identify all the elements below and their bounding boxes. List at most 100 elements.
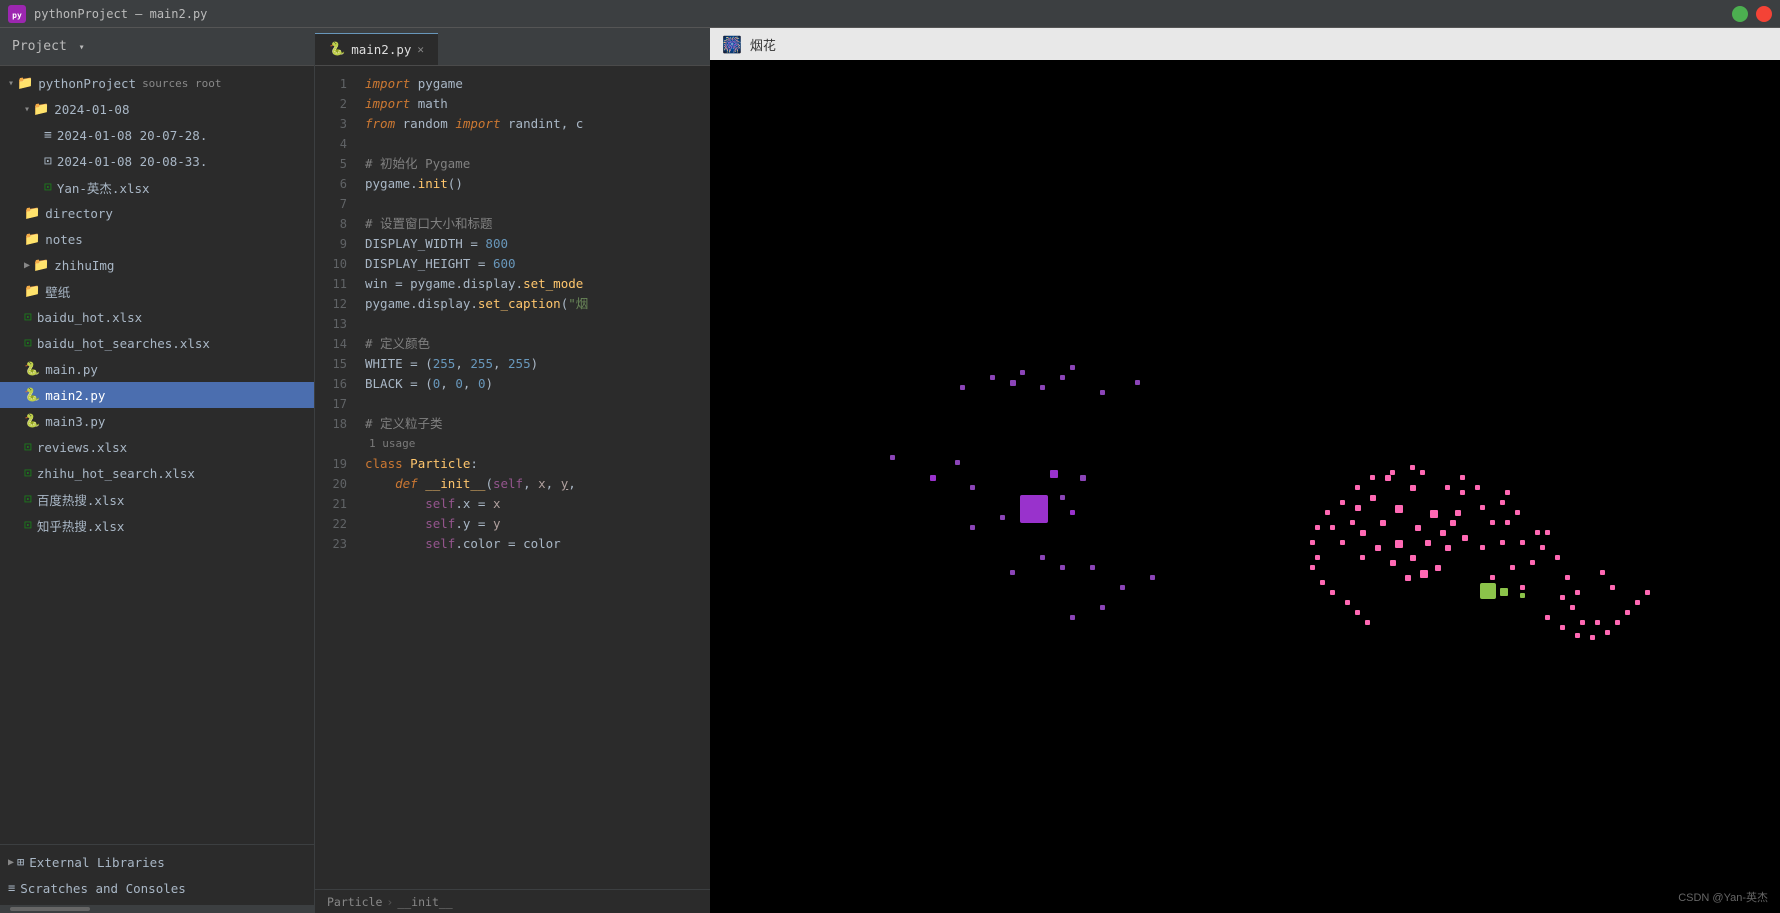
firework-particle bbox=[1080, 475, 1086, 481]
tree-item-2024-01-08[interactable]: ▾ 📁 2024-01-08 bbox=[0, 96, 314, 122]
tree-item-reviews[interactable]: ⊡ reviews.xlsx bbox=[0, 434, 314, 460]
firework-particle bbox=[1415, 525, 1421, 531]
tree-item-label: main.py bbox=[45, 362, 98, 377]
sidebar-header[interactable]: Project ▾ bbox=[0, 28, 314, 66]
firework-particle bbox=[1535, 530, 1540, 535]
tree-item-main-py[interactable]: 🐍 main.py bbox=[0, 356, 314, 382]
tree-item-label: 2024-01-08 20-07-28. bbox=[57, 128, 208, 143]
firework-particle bbox=[1355, 505, 1361, 511]
firework-particle bbox=[1370, 475, 1375, 480]
tree-item-zhihu-hot[interactable]: ⊡ 知乎热搜.xlsx bbox=[0, 512, 314, 538]
firework-particle bbox=[1100, 390, 1105, 395]
firework-particle bbox=[1425, 540, 1431, 546]
firework-particle bbox=[1595, 620, 1600, 625]
tree-item-baidu-hot[interactable]: ⊡ baidu_hot.xlsx bbox=[0, 304, 314, 330]
maximize-btn[interactable] bbox=[1732, 6, 1748, 22]
sources-root-badge: sources root bbox=[142, 77, 221, 90]
tab-main2-py[interactable]: 🐍 main2.py ✕ bbox=[315, 33, 438, 65]
breadcrumb-class: Particle bbox=[327, 895, 382, 909]
firework-particle bbox=[1345, 600, 1350, 605]
tree-item-label: 2024-01-08 20-08-33. bbox=[57, 154, 208, 169]
firework-particle bbox=[1500, 500, 1505, 505]
firework-particle bbox=[1340, 500, 1345, 505]
firework-particle bbox=[1462, 535, 1468, 541]
firework-particle bbox=[1410, 465, 1415, 470]
editor-content[interactable]: 1 2 3 4 5 6 7 8 9 10 11 12 13 14 15 16 1… bbox=[315, 66, 710, 889]
firework-particle bbox=[1410, 555, 1416, 561]
code-editor[interactable]: import pygame import math from random im… bbox=[357, 66, 710, 889]
tree-item-label: 壁纸 bbox=[45, 282, 70, 301]
folder-icon: 📁 bbox=[17, 76, 33, 91]
firework-particle bbox=[1040, 385, 1045, 390]
app-logo: py bbox=[8, 5, 26, 23]
chevron-down-icon: ▾ bbox=[24, 104, 30, 115]
firework-particle bbox=[1150, 575, 1155, 580]
sidebar-bottom: ▶ ⊞ External Libraries ≡ Scratches and C… bbox=[0, 844, 314, 905]
top-bar: py pythonProject – main2.py bbox=[0, 0, 1780, 28]
breadcrumb-method: __init__ bbox=[397, 895, 452, 909]
firework-particle bbox=[1325, 510, 1330, 515]
tree-item-main2-py[interactable]: 🐍 main2.py bbox=[0, 382, 314, 408]
firework-particle bbox=[1060, 495, 1065, 500]
close-btn[interactable] bbox=[1756, 6, 1772, 22]
preview-area: 🎆 烟花 CSDN @Yan-英杰 bbox=[710, 28, 1780, 913]
file-xls-icon: ⊡ bbox=[24, 336, 32, 351]
code-line: pygame.display.set_caption("烟 bbox=[365, 294, 710, 314]
tree-item-external-libraries[interactable]: ▶ ⊞ External Libraries bbox=[0, 849, 314, 875]
tree-item-notes[interactable]: 📁 notes bbox=[0, 226, 314, 252]
tree-item-file3[interactable]: ⊡ Yan-英杰.xlsx bbox=[0, 174, 314, 200]
code-line: class Particle: bbox=[365, 454, 710, 474]
firework-particle bbox=[1505, 520, 1510, 525]
tree-item-baidu-hot-searches[interactable]: ⊡ baidu_hot_searches.xlsx bbox=[0, 330, 314, 356]
firework-particle bbox=[1315, 555, 1320, 560]
tree-item-main3-py[interactable]: 🐍 main3.py bbox=[0, 408, 314, 434]
tab-close-btn[interactable]: ✕ bbox=[417, 43, 424, 56]
tree-item-zhihuImg[interactable]: ▶ 📁 zhihuImg bbox=[0, 252, 314, 278]
firework-particle bbox=[1460, 475, 1465, 480]
tree-item-zhihu-hot-search[interactable]: ⊡ zhihu_hot_search.xlsx bbox=[0, 460, 314, 486]
firework-particle bbox=[1480, 505, 1485, 510]
tree-item-baidu-hot2[interactable]: ⊡ 百度热搜.xlsx bbox=[0, 486, 314, 512]
code-line: # 定义颜色 bbox=[365, 334, 710, 354]
firework-particle bbox=[1500, 540, 1505, 545]
firework-particle bbox=[1450, 520, 1456, 526]
code-line bbox=[365, 394, 710, 414]
firework-particle bbox=[1395, 540, 1403, 548]
firework-particle bbox=[1330, 525, 1335, 530]
chevron-down-icon: ▾ bbox=[79, 42, 85, 53]
firework-particle bbox=[1420, 470, 1425, 475]
firework-particle bbox=[1340, 540, 1345, 545]
tree-item-label: Scratches and Consoles bbox=[20, 881, 186, 896]
code-line bbox=[365, 194, 710, 214]
tree-item-pythonProject[interactable]: ▾ 📁 pythonProject sources root bbox=[0, 70, 314, 96]
firework-particle bbox=[1570, 605, 1575, 610]
firework-particle bbox=[1135, 380, 1140, 385]
tree-item-label: Yan-英杰.xlsx bbox=[57, 178, 150, 197]
firework-particle bbox=[1060, 565, 1065, 570]
sidebar-scrollbar[interactable] bbox=[0, 905, 314, 913]
firework-particle bbox=[1445, 485, 1450, 490]
code-line: self.color = color bbox=[365, 534, 710, 554]
firework-particle bbox=[1560, 625, 1565, 630]
preview-titlebar: 🎆 烟花 bbox=[710, 28, 1780, 60]
firework-particle bbox=[1390, 470, 1395, 475]
code-line: pygame.init() bbox=[365, 174, 710, 194]
firework-particle bbox=[1490, 575, 1495, 580]
tree-item-file2[interactable]: ⊡ 2024-01-08 20-08-33. bbox=[0, 148, 314, 174]
code-line: win = pygame.display.set_mode bbox=[365, 274, 710, 294]
firework-particle bbox=[1560, 595, 1565, 600]
tree-item-scratches[interactable]: ≡ Scratches and Consoles bbox=[0, 875, 314, 901]
tree-item-wallpaper[interactable]: 📁 壁纸 bbox=[0, 278, 314, 304]
breadcrumb-bar: Particle › __init__ bbox=[315, 889, 710, 913]
code-line: # 初始化 Pygame bbox=[365, 154, 710, 174]
firework-particle bbox=[1455, 510, 1461, 516]
firework-particle bbox=[1520, 585, 1525, 590]
firework-particle bbox=[1380, 520, 1386, 526]
firework-particle bbox=[1020, 370, 1025, 375]
firework-particle bbox=[1445, 545, 1451, 551]
tree-item-directory[interactable]: 📁 directory bbox=[0, 200, 314, 226]
code-line: # 设置窗口大小和标题 bbox=[365, 214, 710, 234]
watermark: CSDN @Yan-英杰 bbox=[1678, 889, 1768, 905]
firework-particle bbox=[1370, 495, 1376, 501]
tree-item-file1[interactable]: ≡ 2024-01-08 20-07-28. bbox=[0, 122, 314, 148]
